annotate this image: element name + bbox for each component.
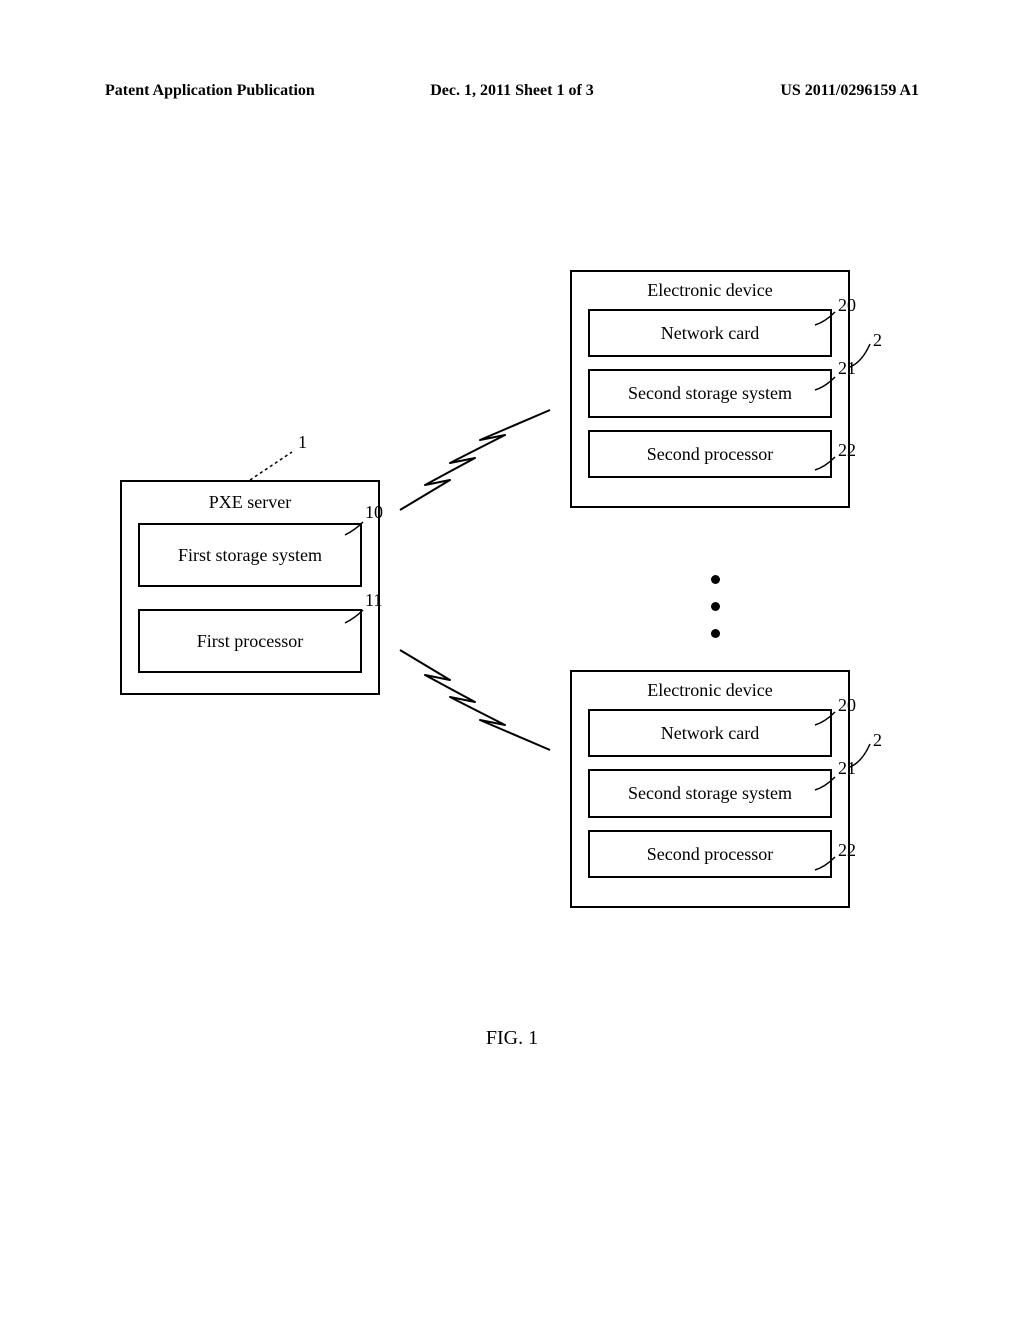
page-header: Patent Application Publication Dec. 1, 2… — [0, 82, 1024, 100]
ref-device-bottom: 2 — [873, 730, 882, 751]
ref-network-card-top: 20 — [838, 295, 856, 316]
network-card-box-top: Network card — [588, 309, 832, 357]
network-card-box-bottom: Network card — [588, 709, 832, 757]
network-card-label-top: Network card — [661, 323, 759, 343]
header-patent-number: US 2011/0296159 A1 — [780, 82, 919, 100]
leader-line — [250, 450, 310, 490]
second-storage-label-bottom: Second storage system — [628, 783, 792, 803]
dot — [711, 602, 720, 611]
electronic-device-box-bottom: Electronic device Network card Second st… — [570, 670, 850, 908]
pxe-server-box: PXE server First storage system First pr… — [120, 480, 380, 695]
first-storage-system-box: First storage system — [138, 523, 362, 587]
ref-network-card-bottom: 20 — [838, 695, 856, 716]
first-processor-box: First processor — [138, 609, 362, 673]
dot — [711, 575, 720, 584]
header-publication: Patent Application Publication — [105, 82, 315, 100]
first-processor-label: First processor — [197, 629, 304, 653]
ref-second-storage-top: 21 — [838, 358, 856, 379]
second-storage-box-top: Second storage system — [588, 369, 832, 417]
electronic-device-box-top: Electronic device Network card Second st… — [570, 270, 850, 508]
figure-caption: FIG. 1 — [0, 1027, 1024, 1050]
ref-server: 1 — [298, 432, 307, 453]
leader-line — [345, 520, 375, 540]
wireless-link-icon — [390, 430, 570, 530]
dot — [711, 629, 720, 638]
second-storage-label-top: Second storage system — [628, 383, 792, 403]
second-processor-label-top: Second processor — [647, 444, 773, 464]
first-storage-system-label: First storage system — [178, 543, 322, 567]
ellipsis-dots — [711, 575, 720, 638]
device-title-bottom: Electronic device — [588, 680, 832, 701]
second-processor-box-bottom: Second processor — [588, 830, 832, 878]
diagram: PXE server First storage system First pr… — [120, 280, 900, 1040]
second-processor-box-top: Second processor — [588, 430, 832, 478]
header-date-sheet: Dec. 1, 2011 Sheet 1 of 3 — [430, 82, 594, 100]
ref-device-top: 2 — [873, 330, 882, 351]
second-processor-label-bottom: Second processor — [647, 844, 773, 864]
ref-first-processor: 11 — [365, 590, 382, 611]
device-title-top: Electronic device — [588, 280, 832, 301]
wireless-link-icon — [390, 630, 570, 730]
pxe-server-title: PXE server — [138, 492, 362, 513]
ref-second-storage-bottom: 21 — [838, 758, 856, 779]
second-storage-box-bottom: Second storage system — [588, 769, 832, 817]
ref-first-storage: 10 — [365, 502, 383, 523]
network-card-label-bottom: Network card — [661, 723, 759, 743]
leader-line — [345, 608, 375, 628]
ref-second-processor-bottom: 22 — [838, 840, 856, 861]
ref-second-processor-top: 22 — [838, 440, 856, 461]
